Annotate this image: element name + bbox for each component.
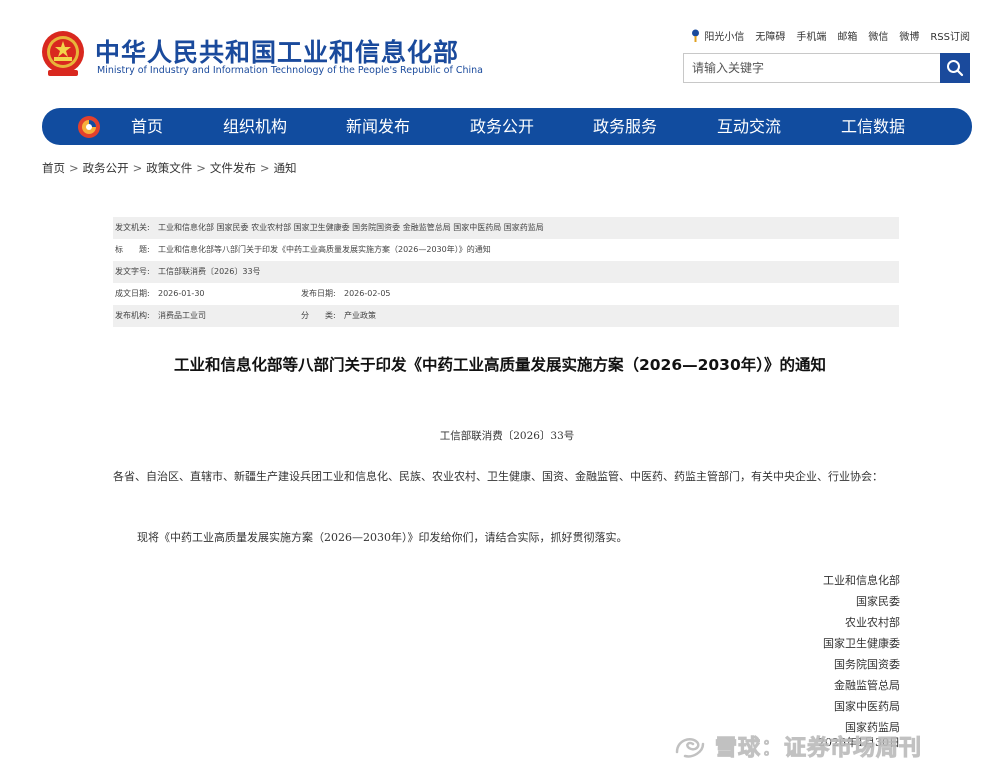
breadcrumb: 首页 > 政务公开 > 政策文件 > 文件发布 > 通知	[42, 160, 297, 176]
nav-news[interactable]: 新闻发布	[346, 108, 410, 145]
breadcrumb-home[interactable]: 首页	[42, 161, 65, 175]
toplink-mobile[interactable]: 手机端	[796, 28, 826, 43]
toplink-weibo[interactable]: 微博	[899, 28, 919, 43]
meta-value: 2026-02-05	[344, 289, 391, 298]
signer: 国家民委	[856, 595, 900, 608]
meta-value: 工业和信息化部等八部门关于印发《中药工业高质量发展实施方案（2026—2030年…	[158, 245, 491, 254]
xueqiu-logo-icon	[675, 738, 705, 758]
nav-gov-affairs[interactable]: 政务公开	[470, 108, 534, 145]
watermark: 雪球：证券市场周刊	[673, 730, 922, 762]
breadcrumb-separator: >	[196, 161, 206, 175]
toplink-accessibility[interactable]: 无障碍	[755, 28, 785, 43]
nav-home[interactable]: 首页	[131, 108, 163, 145]
meta-label: 发布机构:	[115, 311, 150, 320]
toplink-label: 阳光小信	[704, 32, 745, 43]
meta-label: 发文字号:	[115, 267, 150, 276]
search-button[interactable]	[940, 53, 970, 83]
meta-value: 工信部联消费〔2026〕33号	[158, 267, 261, 276]
breadcrumb-separator: >	[132, 161, 143, 175]
toplink-rss[interactable]: RSS订阅	[930, 28, 970, 43]
site-subtitle: Ministry of Industry and Information Tec…	[97, 65, 483, 76]
nav-data[interactable]: 工信数据	[841, 108, 905, 145]
meta-label: 发文机关:	[115, 223, 150, 232]
toplink-wechat[interactable]: 微信	[868, 28, 888, 43]
nav-interaction[interactable]: 互动交流	[717, 108, 781, 145]
meta-row-docno: 发文字号: 工信部联消费〔2026〕33号	[113, 261, 899, 283]
top-links: 阳光小信 无障碍 手机端 邮箱 微信 微博 RSS订阅	[691, 28, 970, 43]
meta-value: 产业政策	[344, 311, 376, 320]
signer: 工业和信息化部	[823, 574, 900, 587]
miit-logo-icon	[78, 116, 100, 138]
nav-organization[interactable]: 组织机构	[223, 108, 287, 145]
site-title: 中华人民共和国工业和信息化部	[95, 38, 460, 67]
signer: 金融监管总局	[834, 679, 900, 692]
meta-label: 发布日期:	[301, 289, 336, 298]
document-recipients: 各省、自治区、直辖市、新疆生产建设兵团工业和信息化、民族、农业农村、卫生健康、国…	[113, 470, 883, 483]
nav-gov-services[interactable]: 政务服务	[593, 108, 657, 145]
search-input[interactable]	[684, 54, 942, 82]
meta-value: 消费品工业司	[158, 311, 206, 320]
toplink-sunshine[interactable]: 阳光小信	[691, 28, 744, 43]
national-emblem-icon	[42, 31, 84, 76]
breadcrumb-notice[interactable]: 通知	[274, 161, 297, 175]
breadcrumb-doc-release[interactable]: 文件发布	[210, 161, 256, 175]
meta-row-dates: 成文日期: 2026-01-30 发布日期: 2026-02-05	[113, 283, 899, 305]
document-title: 工业和信息化部等八部门关于印发《中药工业高质量发展实施方案（2026—2030年…	[173, 356, 827, 374]
signer: 国家卫生健康委	[823, 637, 900, 650]
breadcrumb-policy-docs[interactable]: 政策文件	[146, 161, 192, 175]
meta-label: 成文日期:	[115, 289, 150, 298]
document-signers: 工业和信息化部 国家民委 农业农村部 国家卫生健康委 国务院国资委 金融监管总局…	[823, 570, 900, 738]
meta-value: 工业和信息化部 国家民委 农业农村部 国家卫生健康委 国务院国资委 金融监管总局…	[158, 223, 544, 232]
breadcrumb-separator: >	[259, 161, 270, 175]
search-box	[683, 53, 970, 83]
breadcrumb-gov-affairs[interactable]: 政务公开	[83, 161, 129, 175]
document-body: 现将《中药工业高质量发展实施方案（2026—2030年）》印发给你们，请结合实际…	[137, 531, 628, 544]
document-number: 工信部联消费〔2026〕33号	[439, 430, 575, 442]
main-nav: 首页 组织机构 新闻发布 政务公开 政务服务 互动交流 工信数据	[42, 108, 972, 145]
meta-row-agency: 发布机构: 消费品工业司 分 类: 产业政策	[113, 305, 899, 327]
signer: 农业农村部	[845, 616, 900, 629]
meta-label: 标 题:	[115, 245, 150, 254]
meta-label: 分 类:	[301, 311, 336, 320]
watermark-text: 雪球：证券市场周刊	[714, 736, 923, 762]
search-icon	[947, 60, 964, 77]
document-meta-table: 发文机关: 工业和信息化部 国家民委 农业农村部 国家卫生健康委 国务院国资委 …	[113, 217, 899, 327]
breadcrumb-separator: >	[69, 161, 79, 175]
site-header: 中华人民共和国工业和信息化部 Ministry of Industry and …	[0, 0, 1000, 100]
sunshine-icon	[692, 29, 700, 42]
meta-row-issuer: 发文机关: 工业和信息化部 国家民委 农业农村部 国家卫生健康委 国务院国资委 …	[113, 217, 899, 239]
meta-row-title: 标 题: 工业和信息化部等八部门关于印发《中药工业高质量发展实施方案（2026—…	[113, 239, 899, 261]
toplink-mail[interactable]: 邮箱	[837, 28, 857, 43]
signer: 国务院国资委	[834, 658, 900, 671]
meta-value: 2026-01-30	[158, 289, 205, 298]
signer: 国家中医药局	[834, 700, 900, 713]
